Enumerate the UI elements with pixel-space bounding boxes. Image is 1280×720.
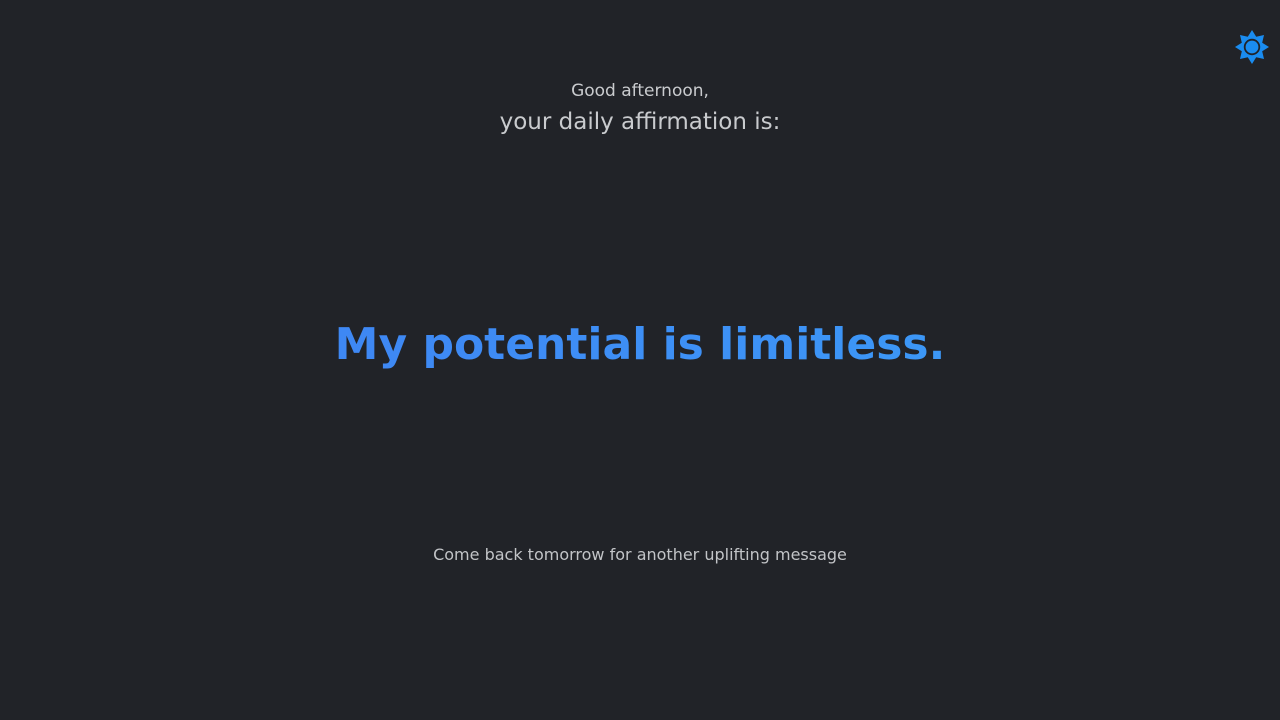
sun-icon [1234, 29, 1270, 65]
come-back-message: Come back tomorrow for another uplifting… [433, 545, 847, 564]
greeting-text: Good afternoon, [571, 81, 709, 101]
theme-toggle-button[interactable] [1234, 29, 1270, 65]
daily-affirmation: My potential is limitless. [0, 315, 1280, 375]
affirmation-intro: your daily affirmation is: [499, 109, 781, 135]
